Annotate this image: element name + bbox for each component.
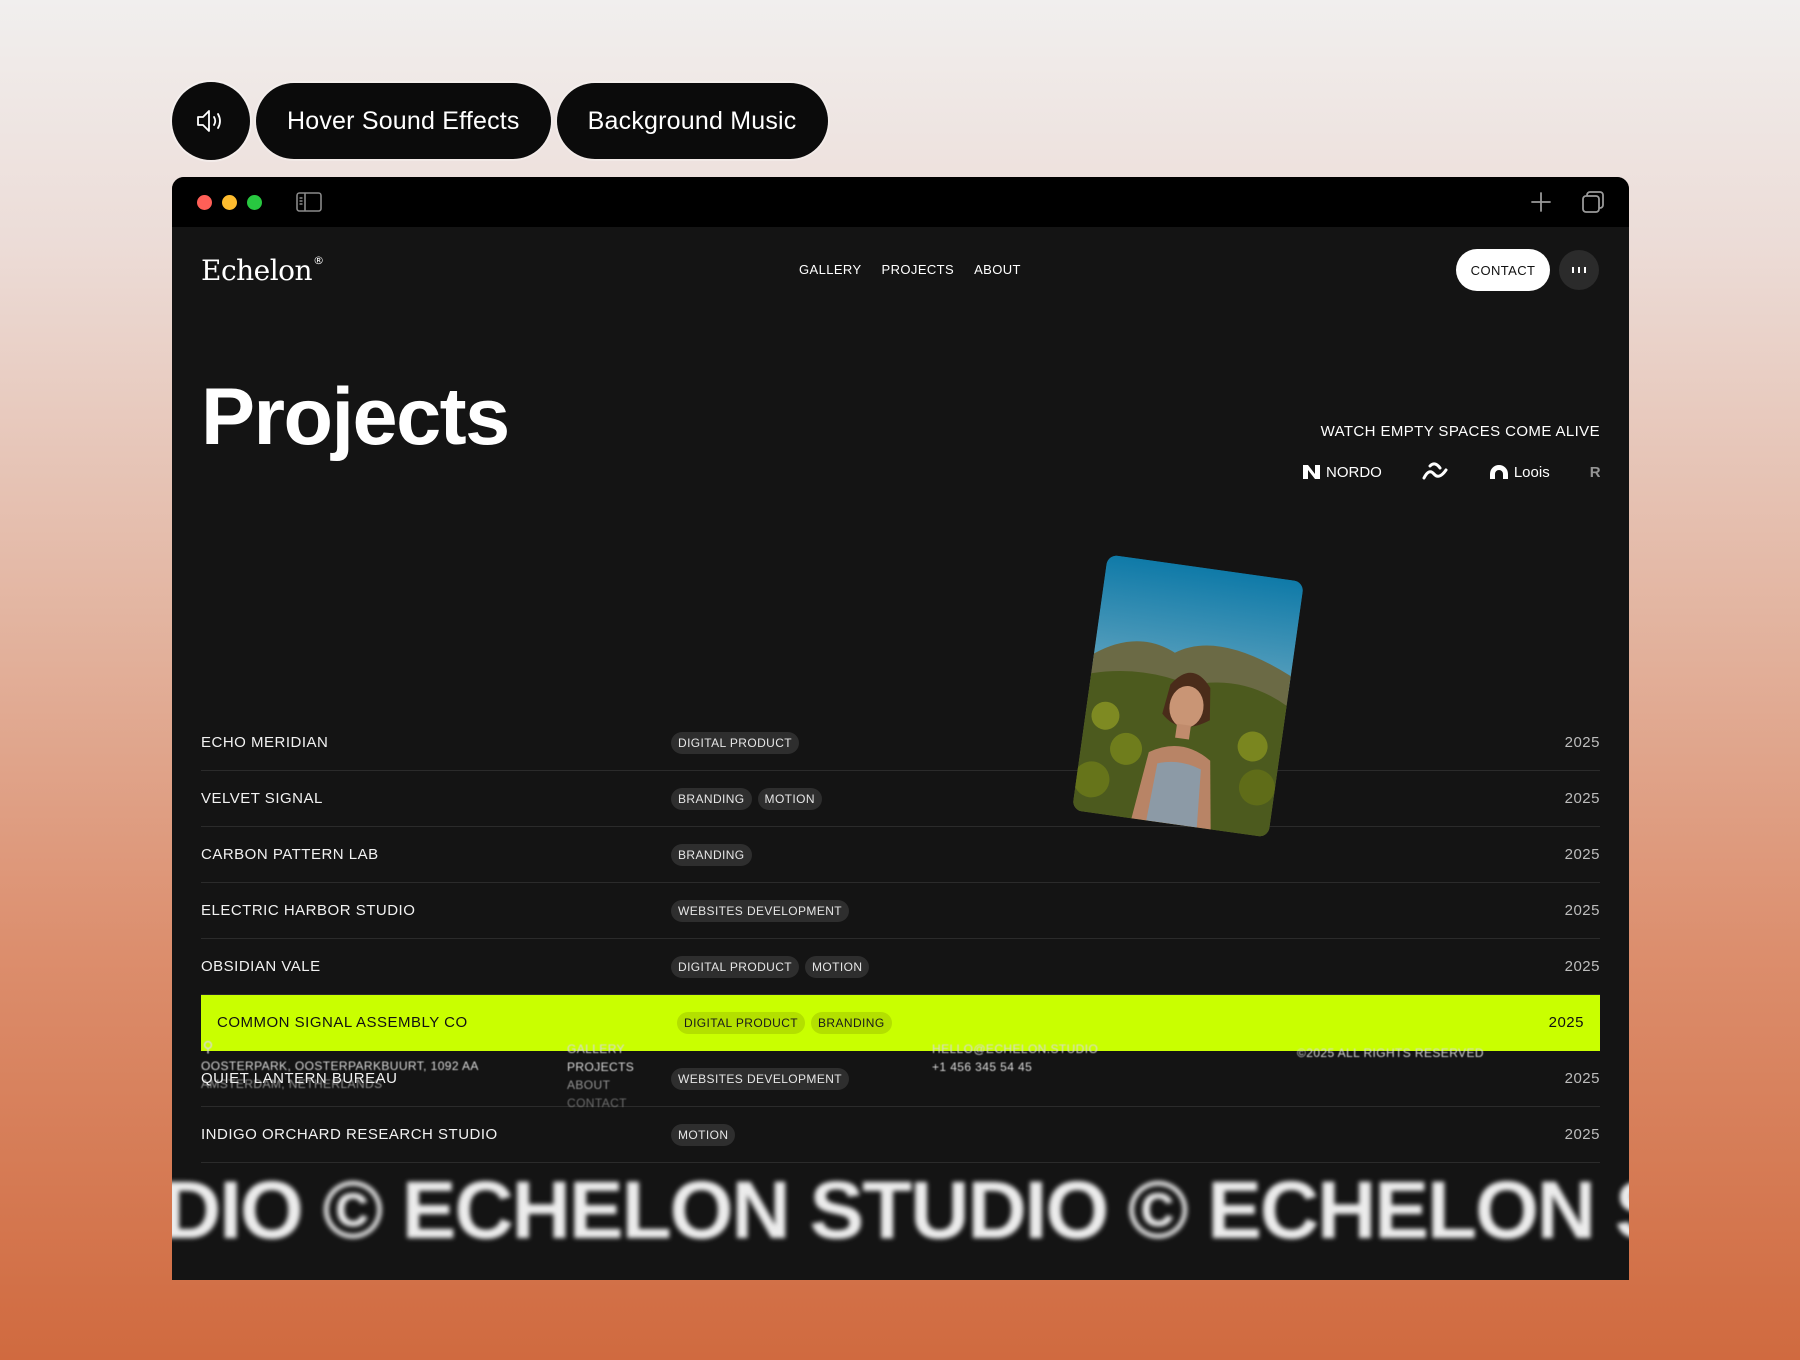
nav-link-projects[interactable]: PROJECTS xyxy=(882,262,955,277)
contact-button[interactable]: CONTACT xyxy=(1456,249,1550,291)
project-year: 2025 xyxy=(1564,958,1600,975)
project-year: 2025 xyxy=(1564,1126,1600,1143)
project-name: ELECTRIC HARBOR STUDIO xyxy=(201,902,416,919)
sound-controls: Hover Sound Effects Background Music xyxy=(172,82,828,160)
logo-text: Echelon xyxy=(201,254,313,287)
project-tags: DIGITAL PRODUCT MOTION xyxy=(671,955,870,978)
project-tag: BRANDING xyxy=(811,1011,892,1034)
minimize-window-button[interactable] xyxy=(222,195,237,210)
sound-toggle-button[interactable] xyxy=(172,82,250,160)
project-tags: DIGITAL PRODUCT BRANDING xyxy=(677,1011,892,1034)
project-year: 2025 xyxy=(1564,846,1600,863)
loois-logo-icon xyxy=(1489,465,1508,479)
portrait-photo xyxy=(1072,554,1304,838)
page-title: Projects xyxy=(201,372,510,462)
copyright-text: ©2025 ALL RIGHTS RESERVED xyxy=(1297,1046,1484,1060)
speaker-icon xyxy=(197,110,221,132)
footer-address: OOSTERPARK, OOSTERPARKBUURT, 1092 AA AMS… xyxy=(201,1040,479,1093)
project-tag: DIGITAL PRODUCT xyxy=(671,955,800,978)
marquee-text: DIO © ECHELON STUDIO © ECHELON ST xyxy=(172,1165,1629,1256)
project-list: ECHO MERIDIAN DIGITAL PRODUCT 2025 VELVET S… xyxy=(201,715,1600,1163)
project-preview-image xyxy=(1072,554,1304,838)
project-year: 2025 xyxy=(1564,1070,1600,1087)
plus-icon[interactable] xyxy=(1529,190,1553,214)
project-row[interactable]: VELVET SIGNAL BRANDING MOTION 2025 xyxy=(201,771,1600,827)
location-pin-icon xyxy=(203,1040,213,1054)
project-name: OBSIDIAN VALE xyxy=(201,958,321,975)
nav-link-gallery[interactable]: GALLERY xyxy=(799,262,862,277)
project-tags: BRANDING MOTION xyxy=(671,787,822,810)
project-tag: WEBSITES DEVELOPMENT xyxy=(671,1067,850,1090)
project-row[interactable]: ELECTRIC HARBOR STUDIO WEBSITES DEVELOPME… xyxy=(201,883,1600,939)
tagline: WATCH EMPTY SPACES COME ALIVE xyxy=(1320,423,1600,440)
brand-nordo: NORDO xyxy=(1302,464,1382,481)
main-nav: GALLERY PROJECTS ABOUT xyxy=(799,262,1021,277)
project-tag: BRANDING xyxy=(671,787,752,810)
footer-links: GALLERY PROJECTS ABOUT CONTACT xyxy=(567,1040,634,1112)
footer-contact: HELLO@ECHELON.STUDIO +1 456 345 54 45 xyxy=(932,1040,1098,1076)
footer-link-projects[interactable]: PROJECTS xyxy=(567,1058,634,1076)
project-tag: WEBSITES DEVELOPMENT xyxy=(671,899,850,922)
footer-email[interactable]: HELLO@ECHELON.STUDIO xyxy=(932,1040,1098,1058)
footer-link-gallery[interactable]: GALLERY xyxy=(567,1040,634,1058)
project-tag: MOTION xyxy=(671,1123,736,1146)
project-name: ECHO MERIDIAN xyxy=(201,734,329,751)
brand-partial: R xyxy=(1590,464,1600,481)
nav-link-about[interactable]: ABOUT xyxy=(974,262,1021,277)
brand-name: R xyxy=(1589,463,1600,481)
nordo-logo-icon xyxy=(1303,465,1320,479)
site-logo[interactable]: Echelon® xyxy=(201,254,324,287)
project-year: 2025 xyxy=(1548,1014,1584,1031)
project-tags: WEBSITES DEVELOPMENT xyxy=(671,899,850,922)
sidebar-toggle-icon[interactable] xyxy=(296,192,322,212)
footer-phone[interactable]: +1 456 345 54 45 xyxy=(932,1058,1098,1076)
studio-marquee: DIO © ECHELON STUDIO © ECHELON ST xyxy=(172,1164,1629,1264)
wave-logo-icon xyxy=(1422,462,1448,480)
project-tag: DIGITAL PRODUCT xyxy=(677,1011,806,1034)
project-tag: BRANDING xyxy=(671,843,752,866)
address-line-2: AMSTERDAM, NETHERLANDS xyxy=(201,1077,383,1091)
project-year: 2025 xyxy=(1564,734,1600,751)
brand-name: NORDO xyxy=(1326,463,1382,481)
background-music-button[interactable]: Background Music xyxy=(556,83,828,159)
project-tag: MOTION xyxy=(757,787,822,810)
project-row[interactable]: ECHO MERIDIAN DIGITAL PRODUCT 2025 xyxy=(201,715,1600,771)
browser-window: Echelon® GALLERY PROJECTS ABOUT CONTACT … xyxy=(172,177,1629,1280)
project-tags: MOTION xyxy=(671,1123,736,1146)
project-row[interactable]: CARBON PATTERN LAB BRANDING 2025 xyxy=(201,827,1600,883)
project-row[interactable]: OBSIDIAN VALE DIGITAL PRODUCT MOTION 2025 xyxy=(201,939,1600,995)
footer-link-about[interactable]: ABOUT xyxy=(567,1076,634,1094)
more-dots-icon xyxy=(1572,267,1586,273)
footer-link-contact[interactable]: CONTACT xyxy=(567,1094,634,1112)
registered-mark: ® xyxy=(313,253,324,267)
project-tags: DIGITAL PRODUCT xyxy=(671,731,800,754)
close-window-button[interactable] xyxy=(197,195,212,210)
project-tags: BRANDING xyxy=(671,843,752,866)
project-tags: WEBSITES DEVELOPMENT xyxy=(671,1067,850,1090)
address-line-1: OOSTERPARK, OOSTERPARKBUURT, 1092 AA xyxy=(201,1059,479,1073)
menu-button[interactable] xyxy=(1559,250,1599,290)
maximize-window-button[interactable] xyxy=(247,195,262,210)
brand-logos: NORDO Loois R xyxy=(1302,457,1600,487)
footer-copyright: ©2025 ALL RIGHTS RESERVED xyxy=(1297,1044,1484,1062)
project-tag: DIGITAL PRODUCT xyxy=(671,731,800,754)
browser-titlebar xyxy=(172,177,1629,227)
project-name: INDIGO ORCHARD RESEARCH STUDIO xyxy=(201,1126,498,1143)
tabs-overview-icon[interactable] xyxy=(1580,189,1606,215)
project-year: 2025 xyxy=(1564,790,1600,807)
project-name: COMMON SIGNAL ASSEMBLY CO xyxy=(217,1014,468,1031)
brand-wave xyxy=(1422,462,1448,482)
project-year: 2025 xyxy=(1564,902,1600,919)
brand-loois: Loois xyxy=(1488,464,1550,481)
project-name: VELVET SIGNAL xyxy=(201,790,323,807)
hover-sound-effects-button[interactable]: Hover Sound Effects xyxy=(256,83,551,159)
project-tag: MOTION xyxy=(805,955,870,978)
project-name: CARBON PATTERN LAB xyxy=(201,846,379,863)
project-row[interactable]: INDIGO ORCHARD RESEARCH STUDIO MOTION 2025 xyxy=(201,1107,1600,1163)
brand-name: Loois xyxy=(1513,463,1550,481)
